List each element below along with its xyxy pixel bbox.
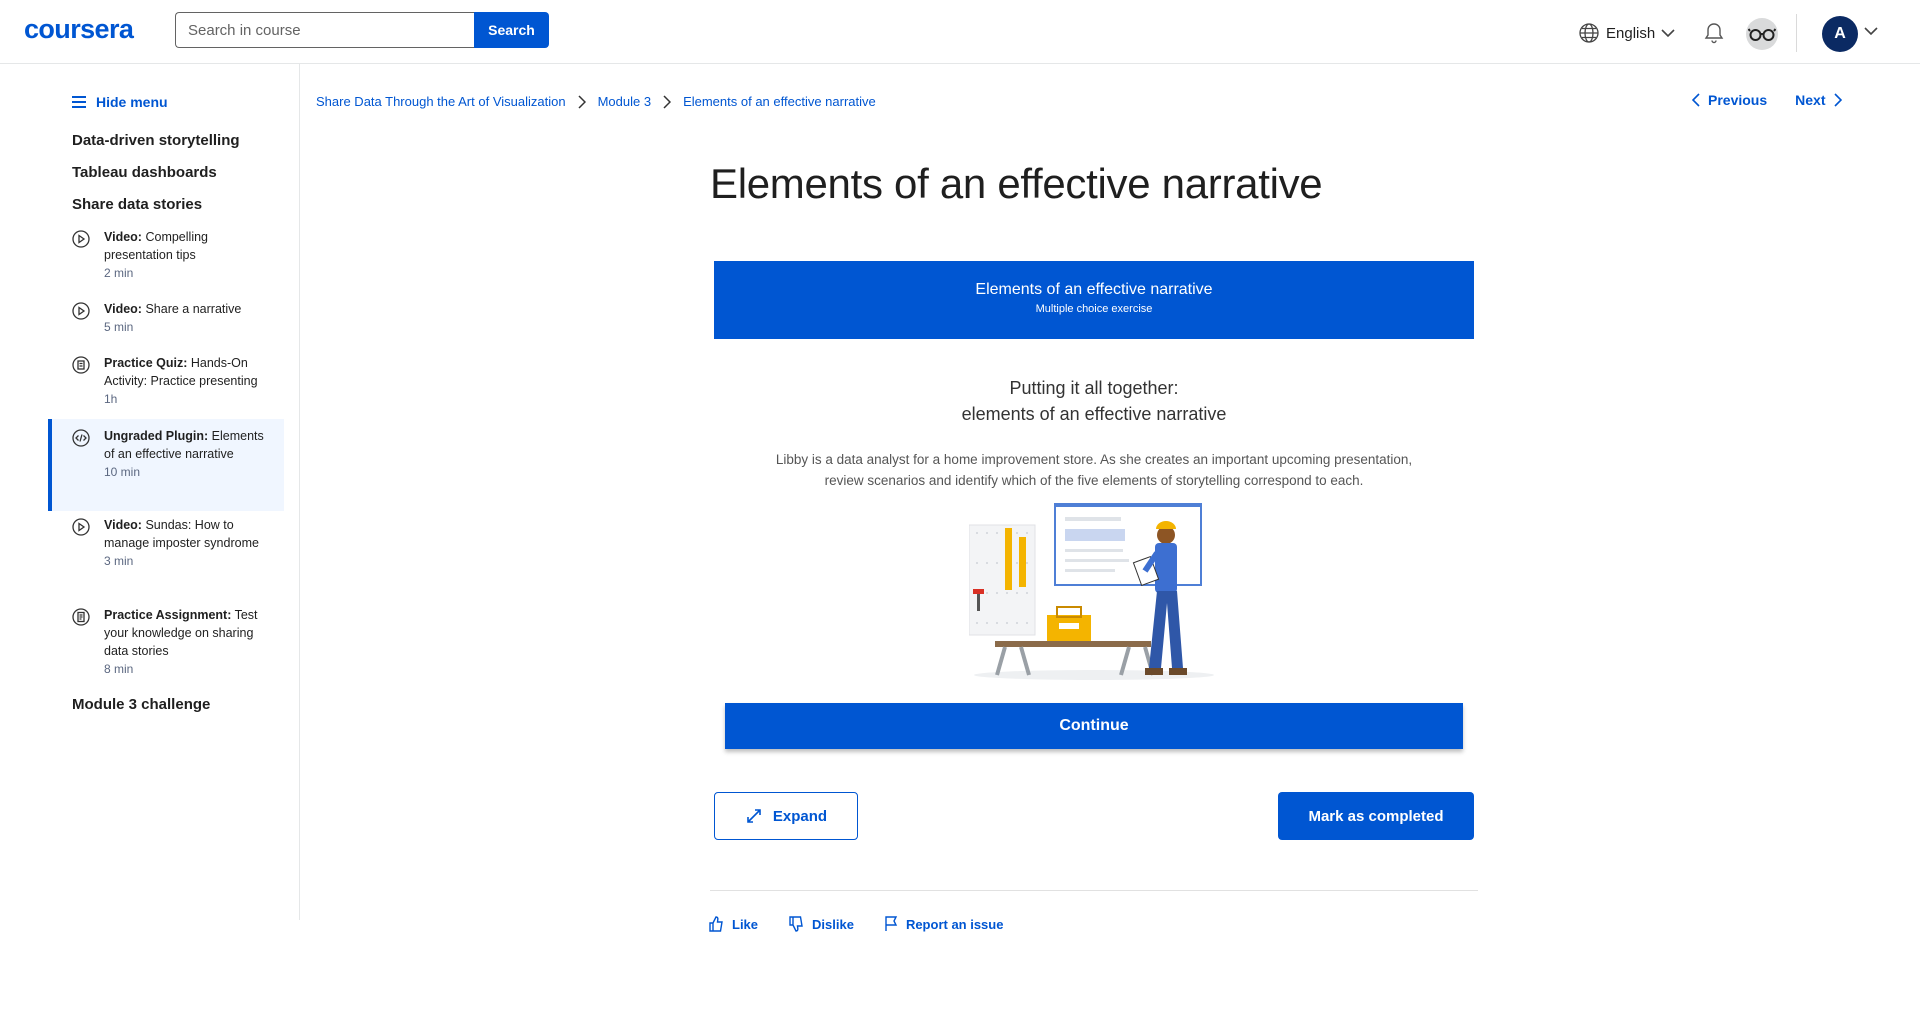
sidebar-item-practice-presenting[interactable]: Practice Quiz: Hands-On Activity: Practi… [48, 354, 284, 406]
page-title: Elements of an effective narrative [710, 160, 1323, 207]
item-duration: 8 min [104, 662, 134, 676]
chevron-right-icon [578, 94, 586, 109]
item-duration: 10 min [104, 465, 141, 479]
sidebar-item-compelling-presentation-tips[interactable]: Video: Compelling presentation tips 2 mi… [48, 228, 284, 280]
item-navigation: Previous Next [1692, 92, 1842, 108]
chevron-left-icon [1692, 93, 1700, 107]
section-data-driven-storytelling[interactable]: Data-driven storytelling [72, 132, 240, 149]
hide-menu-button[interactable]: Hide menu [72, 94, 168, 110]
scenario-description: Libby is a data analyst for a home impro… [744, 449, 1444, 491]
header-divider [1796, 14, 1797, 52]
globe-icon [1579, 23, 1599, 43]
description-line1: Libby is a data analyst for a home impro… [775, 452, 1413, 467]
like-label: Like [732, 916, 759, 932]
item-duration: 3 min [104, 554, 134, 568]
play-circle-icon [72, 302, 90, 320]
scenario-title-line1: Putting it all together: [1009, 378, 1179, 398]
hamburger-icon [72, 96, 86, 108]
language-label: English [1606, 24, 1656, 42]
chevron-down-icon [1661, 29, 1675, 38]
play-circle-icon [72, 518, 90, 536]
section-share-data-stories[interactable]: Share data stories [72, 196, 202, 213]
play-circle-icon [72, 230, 90, 248]
item-type: Practice Quiz: [104, 356, 188, 370]
coursera-logo[interactable]: coursera [24, 14, 134, 45]
top-bar: coursera Search English A [0, 0, 1920, 64]
item-type: Video: [104, 302, 142, 316]
continue-button[interactable]: Continue [725, 703, 1463, 749]
thumbs-down-icon [789, 916, 803, 932]
next-button[interactable]: Next [1795, 92, 1842, 108]
worker-illustration [969, 503, 1214, 680]
code-icon [72, 429, 90, 447]
search-input[interactable] [175, 12, 474, 48]
breadcrumb-course[interactable]: Share Data Through the Art of Visualizat… [316, 94, 566, 109]
sidebar-item-manage-imposter-syndrome[interactable]: Video: Sundas: How to manage imposter sy… [48, 516, 284, 568]
chevron-down-icon[interactable] [1864, 26, 1878, 36]
dislike-button[interactable]: Dislike [788, 916, 854, 932]
dislike-label: Dislike [812, 916, 854, 932]
course-sidebar: Hide menu Data-driven storytelling Table… [0, 64, 300, 920]
like-button[interactable]: Like [708, 916, 758, 932]
expand-button[interactable]: Expand [714, 792, 858, 840]
search-bar: Search [175, 12, 549, 48]
chevron-right-icon [1833, 93, 1842, 107]
quiz-icon [72, 356, 90, 374]
expand-arrows-icon [747, 809, 761, 823]
content-divider [710, 890, 1478, 891]
notifications-bell-icon[interactable] [1704, 22, 1724, 44]
plugin-banner-title: Elements of an effective narrative [975, 281, 1213, 298]
next-label: Next [1795, 92, 1826, 108]
previous-label: Previous [1708, 92, 1768, 108]
sidebar-item-test-your-knowledge[interactable]: Practice Assignment: Test your knowledge… [48, 606, 284, 676]
avatar[interactable]: A [1822, 16, 1858, 52]
report-issue-button[interactable]: Report an issue [884, 916, 1004, 932]
flag-icon [885, 916, 898, 931]
expand-label: Expand [772, 807, 828, 825]
item-type: Practice Assignment: [104, 608, 232, 622]
scenario-title-line2: elements of an effective narrative [961, 404, 1227, 424]
breadcrumb: Share Data Through the Art of Visualizat… [316, 94, 876, 109]
language-selector[interactable]: English [1578, 22, 1675, 44]
section-module-3-challenge[interactable]: Module 3 challenge [72, 696, 210, 713]
glasses-icon[interactable] [1746, 18, 1778, 50]
item-type: Video: [104, 230, 142, 244]
sidebar-item-elements-of-an-effective-narrative[interactable]: Ungraded Plugin: Elements of an effectiv… [48, 419, 284, 511]
previous-button[interactable]: Previous [1692, 92, 1767, 108]
feedback-bar: Like Dislike Report an issue [708, 916, 1003, 932]
section-tableau-dashboards[interactable]: Tableau dashboards [72, 164, 217, 181]
item-duration: 1h [104, 392, 118, 406]
plugin-frame: Elements of an effective narrative Multi… [714, 261, 1474, 749]
item-type: Video: [104, 518, 142, 532]
breadcrumb-module[interactable]: Module 3 [598, 94, 651, 109]
sidebar-item-share-a-narrative[interactable]: Video: Share a narrative 5 min [48, 300, 284, 334]
description-line2: review scenarios and identify which of t… [824, 473, 1364, 488]
plugin-banner: Elements of an effective narrative Multi… [714, 261, 1474, 339]
item-duration: 2 min [104, 266, 134, 280]
report-issue-label: Report an issue [905, 916, 1004, 932]
chevron-right-icon [663, 94, 672, 109]
assignment-icon [72, 608, 90, 626]
hide-menu-label: Hide menu [96, 94, 168, 110]
item-duration: 5 min [104, 320, 134, 334]
plugin-banner-subtitle: Multiple choice exercise [1035, 303, 1153, 315]
scenario-title: Putting it all together: elements of an … [714, 375, 1474, 427]
mark-as-completed-button[interactable]: Mark as completed [1278, 792, 1474, 840]
thumbs-up-icon [709, 916, 723, 932]
search-button[interactable]: Search [474, 12, 549, 48]
item-type: Ungraded Plugin: [104, 429, 209, 443]
item-title: Share a narrative [145, 302, 242, 316]
breadcrumb-current[interactable]: Elements of an effective narrative [683, 94, 876, 109]
